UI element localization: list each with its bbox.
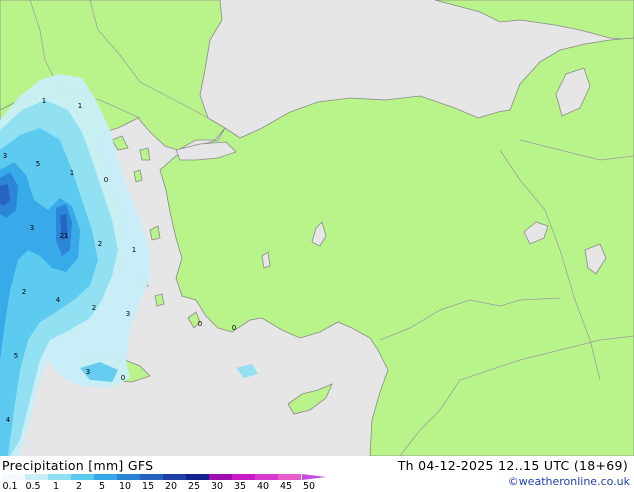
colorbar-arrow (302, 474, 326, 480)
precipitation-map: 1135103212124230 05304 (0, 0, 634, 456)
precip-value-label: 0 (121, 374, 125, 382)
colorbar-tick-label: 35 (233, 481, 247, 492)
precip-value-label: 1 (70, 169, 74, 177)
precip-value-label: 2 (92, 304, 96, 312)
colorbar-tick-label: 45 (279, 481, 293, 492)
precip-value-label: 2 (22, 288, 26, 296)
precip-value-label: 3 (126, 310, 130, 318)
precip-value-label: 21 (60, 232, 69, 240)
colorbar-swatch (209, 474, 232, 480)
precip-value-label: 4 (56, 296, 61, 304)
colorbar-swatch (163, 474, 186, 480)
precip-value-label: 1 (132, 246, 136, 254)
precip-value-label: 3 (30, 224, 34, 232)
precip-value-label: 5 (14, 352, 18, 360)
colorbar-tick-label: 10 (118, 481, 132, 492)
colorbar-tick-label: 15 (141, 481, 155, 492)
colorbar-tick-label: 0.5 (25, 481, 41, 492)
colorbar-swatch (117, 474, 140, 480)
colorbar-tick-label: 0.1 (2, 481, 18, 492)
precip-value-label: 1 (42, 97, 46, 105)
colorbar-swatch (2, 474, 25, 480)
colorbar-swatch (48, 474, 71, 480)
colorbar-tick-label: 1 (52, 481, 60, 492)
precip-value-label: 4 (6, 416, 11, 424)
colorbar-swatch (232, 474, 255, 480)
precip-value-label: 3 (3, 152, 7, 160)
colorbar-tick-label: 30 (210, 481, 224, 492)
colorbar (2, 474, 301, 480)
colorbar-swatch (25, 474, 48, 480)
colorbar-swatch (186, 474, 209, 480)
precip-value-label: 0 (104, 176, 108, 184)
map-title: Precipitation [mm] GFS (2, 458, 154, 473)
credit-link[interactable]: ©weatheronline.co.uk (508, 475, 630, 488)
precip-value-label: 0 (232, 324, 236, 332)
colorbar-swatch (255, 474, 278, 480)
colorbar-tick-label: 40 (256, 481, 270, 492)
colorbar-swatch (278, 474, 301, 480)
map-footer: Precipitation [mm] GFS Th 04-12-2025 12.… (0, 456, 634, 492)
colorbar-tick-label: 20 (164, 481, 178, 492)
forecast-timestamp: Th 04-12-2025 12..15 UTC (18+69) (397, 458, 628, 473)
colorbar-swatch (94, 474, 117, 480)
colorbar-tick-label: 5 (98, 481, 106, 492)
colorbar-swatch (71, 474, 94, 480)
precip-value-label: 5 (36, 160, 40, 168)
colorbar-tick-label: 2 (75, 481, 83, 492)
precip-value-label: 3 (86, 368, 90, 376)
precip-value-label: 2 (98, 240, 102, 248)
precip-value-label: 0 (198, 320, 202, 328)
colorbar-tick-label: 50 (302, 481, 316, 492)
colorbar-swatch (140, 474, 163, 480)
precip-value-label: 1 (78, 102, 82, 110)
colorbar-tick-label: 25 (187, 481, 201, 492)
